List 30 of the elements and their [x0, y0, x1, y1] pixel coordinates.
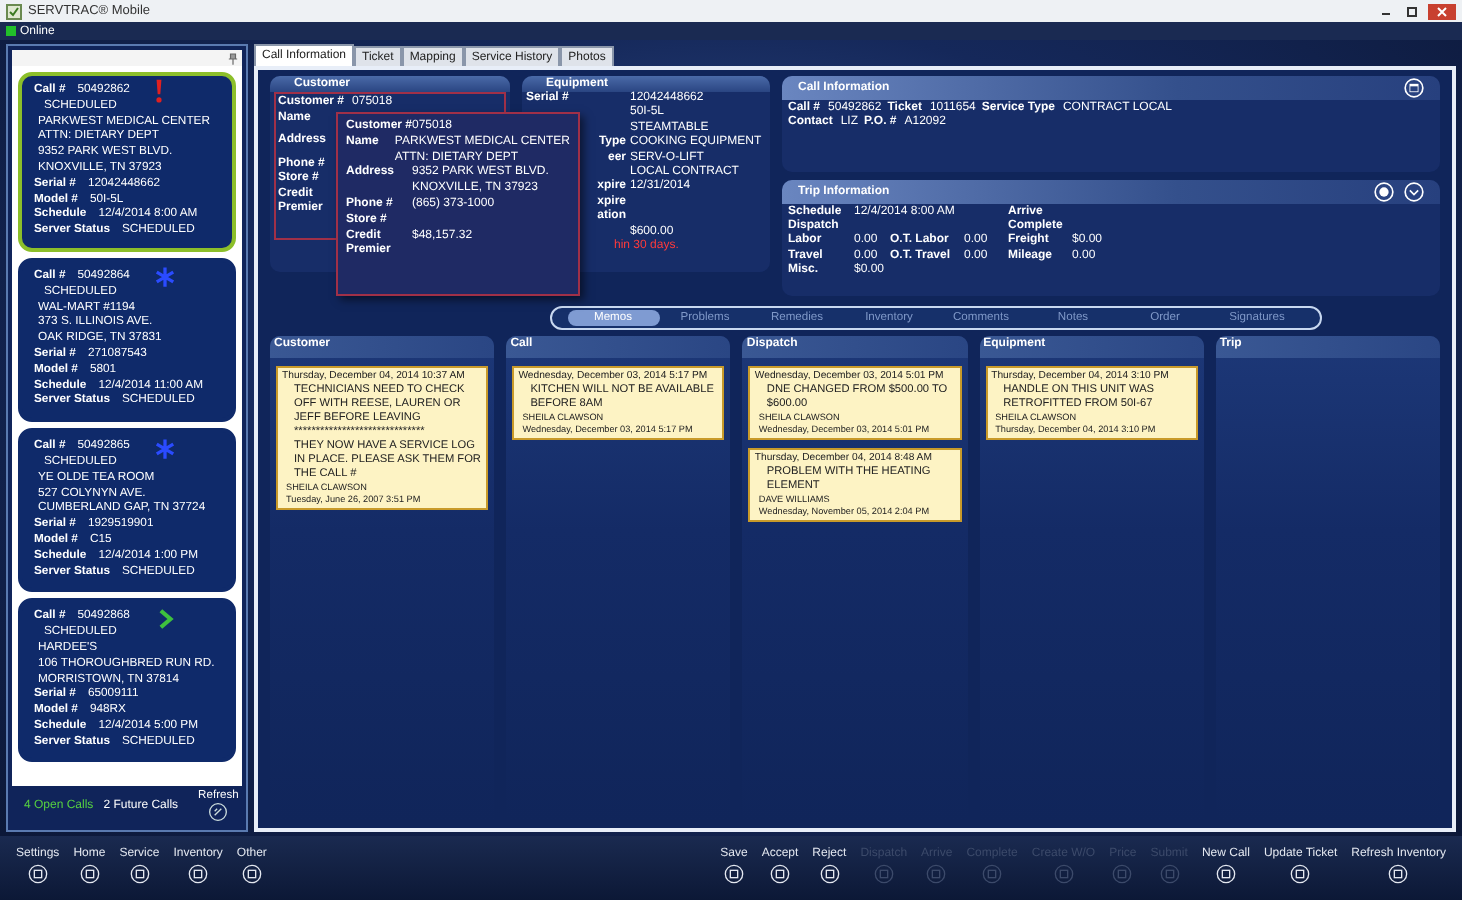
chevron-down-icon[interactable]	[1404, 182, 1424, 202]
circle-icon	[1290, 864, 1311, 884]
close-icon[interactable]	[1428, 3, 1456, 19]
window-icon[interactable]	[1404, 78, 1424, 98]
circle-icon[interactable]	[1374, 182, 1394, 202]
circle-icon	[819, 864, 840, 884]
pin-icon[interactable]	[228, 51, 238, 65]
maximize-icon[interactable]	[1402, 3, 1422, 19]
circle-icon	[1159, 864, 1180, 884]
circle-icon	[1112, 864, 1133, 884]
circle-icon	[770, 864, 790, 884]
exclamation-icon	[153, 78, 164, 105]
circle-icon	[241, 864, 262, 884]
circle-icon	[129, 864, 150, 884]
circle-icon	[926, 864, 947, 884]
memo-note[interactable]	[276, 366, 489, 510]
circle-icon	[1388, 864, 1409, 884]
search-field[interactable]	[12, 50, 242, 66]
circle-icon	[188, 864, 209, 884]
circle-icon	[982, 864, 1003, 884]
refresh-icon	[208, 802, 229, 822]
circle-icon	[79, 864, 100, 884]
asterisk-icon	[153, 266, 176, 289]
circle-icon	[723, 864, 744, 884]
circle-icon	[1215, 864, 1236, 884]
circle-icon	[27, 864, 48, 884]
circle-icon	[873, 864, 894, 884]
app-icon	[6, 3, 22, 19]
circle-icon	[1053, 864, 1074, 884]
asterisk-icon	[153, 437, 176, 460]
